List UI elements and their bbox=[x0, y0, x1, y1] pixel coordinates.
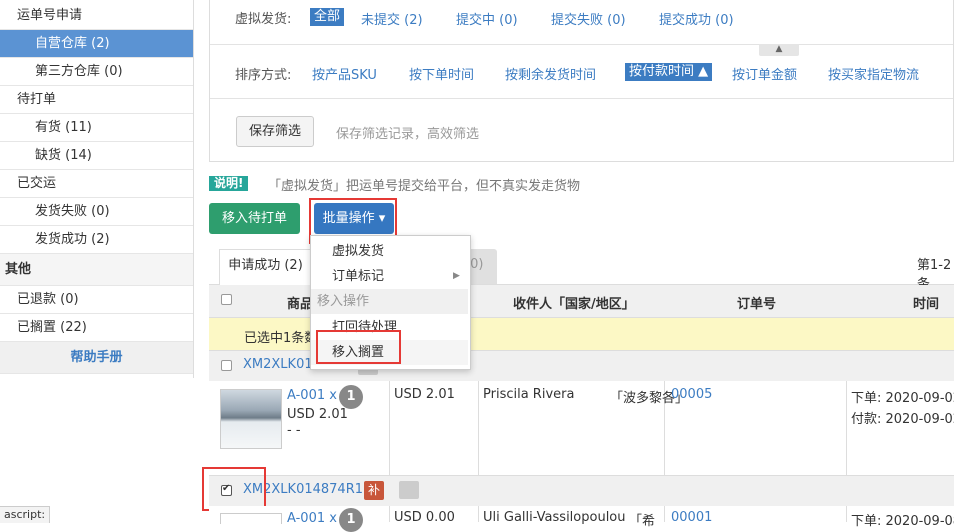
menu-item-virtual-ship[interactable]: 虚拟发货 bbox=[311, 239, 468, 264]
help-manual-link[interactable]: 帮助手册 bbox=[0, 342, 193, 374]
sidebar-section-other: 其他 bbox=[0, 254, 193, 286]
highlight-box bbox=[316, 330, 401, 364]
recipient-name: Uli Galli-Vassilopoulou bbox=[483, 510, 626, 525]
sidebar: 运单号申请 自营仓库 (2) 第三方仓库 (0) 待打单 有货 (11) 缺货 … bbox=[0, 0, 194, 378]
sidebar-item-third-party-warehouse[interactable]: 第三方仓库 (0) bbox=[0, 58, 193, 86]
sort-by-order-amount[interactable]: 按订单金额 bbox=[732, 64, 797, 83]
product-sku-link[interactable]: A-001 x bbox=[287, 511, 337, 526]
product-thumbnail[interactable] bbox=[220, 389, 282, 449]
virtual-filter-all[interactable]: 全部 bbox=[310, 8, 345, 26]
sidebar-item-ship-success[interactable]: 发货成功 (2) bbox=[0, 226, 193, 254]
col-divider bbox=[389, 381, 390, 475]
order-paid-time: 付款: 2020-09-02 bbox=[851, 412, 954, 427]
tab-apply-success[interactable]: 申请成功 (2) bbox=[219, 249, 312, 285]
quantity-badge: 1 bbox=[339, 385, 363, 409]
recipient-country: 「希 bbox=[629, 514, 656, 529]
col-divider bbox=[846, 381, 847, 475]
column-header-order-no: 订单号 bbox=[737, 297, 777, 312]
order-number-link[interactable]: 00005 bbox=[671, 387, 712, 402]
order-checkbox[interactable] bbox=[221, 360, 232, 371]
virtual-filter-submit-failed[interactable]: 提交失败 (0) bbox=[551, 9, 626, 28]
sidebar-item-own-warehouse[interactable]: 自营仓库 (2) bbox=[0, 30, 193, 58]
filter-divider bbox=[210, 44, 953, 45]
sort-label: 排序方式: bbox=[235, 68, 292, 83]
sort-by-remaining-ship-time[interactable]: 按剩余发货时间 bbox=[505, 64, 596, 83]
virtual-filter-submit-success[interactable]: 提交成功 (0) bbox=[659, 9, 734, 28]
col-divider bbox=[664, 506, 665, 522]
sort-by-order-time[interactable]: 按下单时间 bbox=[409, 64, 474, 83]
virtual-filter-submitting[interactable]: 提交中 (0) bbox=[456, 9, 518, 28]
sidebar-item-ship-failed[interactable]: 发货失败 (0) bbox=[0, 198, 193, 226]
sidebar-item-in-stock[interactable]: 有货 (11) bbox=[0, 114, 193, 142]
selected-notice-text: 已选中1条数 bbox=[244, 331, 318, 346]
product-sku-link[interactable]: A-001 x bbox=[287, 388, 337, 403]
sidebar-item-waybill-apply[interactable]: 运单号申请 bbox=[0, 2, 193, 30]
col-divider bbox=[846, 506, 847, 522]
menu-section-move: 移入操作 bbox=[311, 289, 468, 314]
order-number-link[interactable]: 00001 bbox=[671, 510, 712, 525]
sidebar-item-out-of-stock[interactable]: 缺货 (14) bbox=[0, 142, 193, 170]
notice-text: 「虚拟发货」把运单号提交给平台，但不真实发走货物 bbox=[268, 179, 581, 194]
save-filter-hint: 保存筛选记录，高效筛选 bbox=[336, 127, 480, 142]
product-price: USD 2.01 bbox=[287, 407, 348, 422]
virtual-ship-label: 虚拟发货: bbox=[235, 12, 292, 27]
product-extra: - - bbox=[287, 423, 301, 438]
submenu-arrow-icon: ▶ bbox=[453, 271, 460, 281]
menu-item-order-mark-label: 订单标记 bbox=[332, 269, 385, 284]
tag-placeholder bbox=[399, 481, 419, 499]
sidebar-item-shipped[interactable]: 已交运 bbox=[0, 170, 193, 198]
col-divider bbox=[478, 381, 479, 475]
column-header-time: 时间 bbox=[913, 297, 940, 312]
order-placed-time: 下单: 2020-09-08 bbox=[851, 514, 954, 529]
sidebar-item-to-print[interactable]: 待打单 bbox=[0, 86, 193, 114]
sort-by-payment-time[interactable]: 按付款时间 ▲ bbox=[625, 63, 713, 81]
order-placed-time: 下单: 2020-09-02 bbox=[851, 391, 954, 406]
move-to-print-button[interactable]: 移入待打单 bbox=[209, 203, 300, 234]
filter-panel: 虚拟发货: 全部 未提交 (2) 提交中 (0) 提交失败 (0) 提交成功 (… bbox=[209, 0, 954, 162]
reissue-tag: 补 bbox=[364, 481, 384, 500]
order-amount: USD 2.01 bbox=[394, 387, 455, 402]
product-thumbnail[interactable] bbox=[220, 513, 282, 524]
sidebar-item-on-hold[interactable]: 已搁置 (22) bbox=[0, 314, 193, 342]
recipient-name: Priscila Rivera bbox=[483, 387, 575, 402]
highlight-box bbox=[202, 467, 266, 511]
filter-divider bbox=[210, 98, 953, 99]
col-divider bbox=[389, 506, 390, 522]
collapse-arrow-icon[interactable]: ▲ bbox=[759, 44, 799, 56]
menu-item-order-mark[interactable]: 订单标记 ▶ bbox=[311, 264, 468, 289]
notice-badge: 说明! bbox=[209, 176, 249, 191]
quantity-badge: 1 bbox=[339, 508, 363, 532]
sidebar-item-refunded[interactable]: 已退款 (0) bbox=[0, 286, 193, 314]
virtual-filter-not-submitted[interactable]: 未提交 (2) bbox=[361, 9, 423, 28]
select-all-checkbox[interactable] bbox=[221, 294, 232, 305]
save-filter-button[interactable]: 保存筛选 bbox=[236, 116, 314, 147]
col-divider bbox=[478, 506, 479, 522]
column-header-recipient: 收件人「国家/地区」 bbox=[513, 297, 635, 312]
browser-status-bar: ascript: bbox=[0, 506, 51, 523]
order-amount: USD 0.00 bbox=[394, 510, 455, 525]
sort-by-buyer-logistics[interactable]: 按买家指定物流 bbox=[828, 64, 919, 83]
sort-by-sku[interactable]: 按产品SKU bbox=[312, 64, 377, 83]
